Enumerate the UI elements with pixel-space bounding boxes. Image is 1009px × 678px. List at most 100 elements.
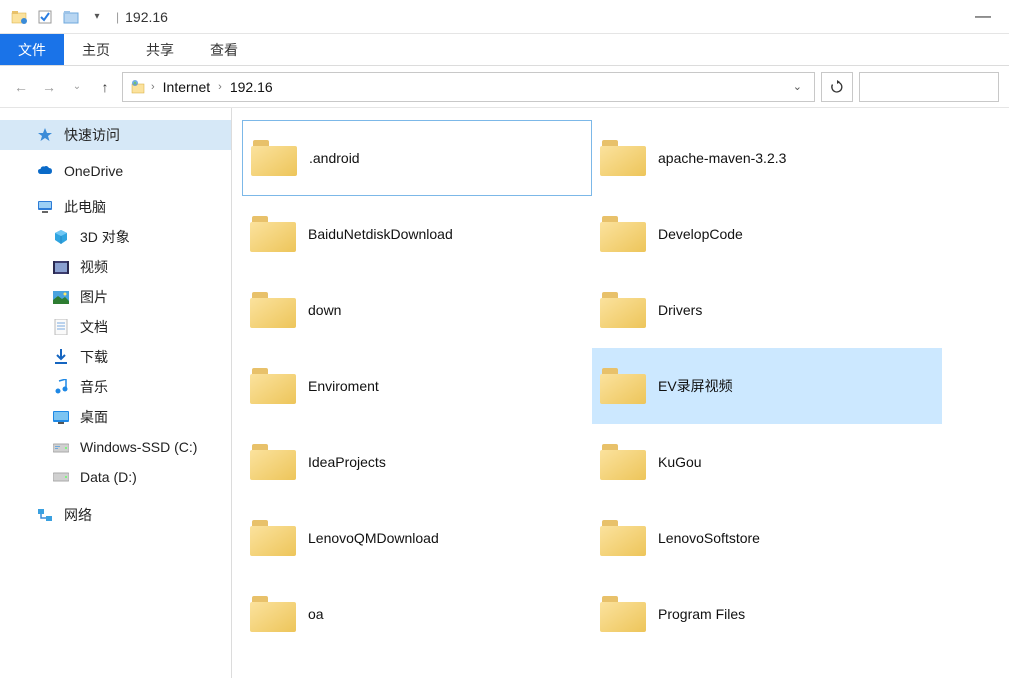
minimize-button[interactable]: — (963, 8, 1003, 26)
sidebar-this-pc[interactable]: 此电脑 (0, 192, 231, 222)
cloud-icon (36, 162, 54, 180)
folder-item[interactable]: IdeaProjects (242, 424, 592, 500)
folder-icon (600, 366, 646, 406)
folder-icon (600, 214, 646, 254)
breadcrumb-internet[interactable]: Internet (159, 79, 214, 95)
folder-item[interactable]: KuGou (592, 424, 942, 500)
folder-label: Drivers (658, 302, 702, 318)
folder-icon (600, 138, 646, 178)
tab-view[interactable]: 查看 (192, 34, 256, 65)
folder-qat-icon[interactable] (62, 8, 80, 26)
folder-item[interactable]: apache-maven-3.2.3 (592, 120, 942, 196)
sidebar-quick-access[interactable]: 快速访问 (0, 120, 231, 150)
sidebar-documents[interactable]: 文档 (0, 312, 231, 342)
pc-icon (36, 198, 54, 216)
folder-item[interactable]: DevelopCode (592, 196, 942, 272)
music-icon (52, 378, 70, 396)
sidebar-label: 网络 (64, 505, 92, 525)
sidebar-pictures[interactable]: 图片 (0, 282, 231, 312)
folder-label: EV录屏视频 (658, 376, 733, 396)
folder-icon (250, 442, 296, 482)
refresh-button[interactable] (821, 72, 853, 102)
documents-icon (52, 318, 70, 336)
folder-icon (600, 290, 646, 330)
folder-label: BaiduNetdiskDownload (308, 226, 453, 242)
folder-item[interactable]: Program Files (592, 576, 942, 652)
folder-label: .android (309, 150, 360, 166)
video-icon (52, 258, 70, 276)
sidebar-label: Windows-SSD (C:) (80, 439, 197, 455)
explorer-icon (10, 8, 28, 26)
folder-item[interactable]: oa (242, 576, 592, 652)
breadcrumb-host[interactable]: 192.16 (226, 79, 277, 95)
drive-icon (52, 468, 70, 486)
content-pane: .android apache-maven-3.2.3 BaiduNetdiskDo… (232, 108, 1009, 678)
drive-icon (52, 438, 70, 456)
folder-label: DevelopCode (658, 226, 743, 242)
tab-file[interactable]: 文件 (0, 34, 64, 65)
folder-icon (600, 518, 646, 558)
sidebar-label: 快速访问 (64, 125, 120, 145)
star-icon (36, 126, 54, 144)
folder-grid: .android apache-maven-3.2.3 BaiduNetdiskDo… (242, 120, 999, 652)
pictures-icon (52, 288, 70, 306)
folder-item[interactable]: EV录屏视频 (592, 348, 942, 424)
refresh-icon (830, 80, 844, 94)
folder-icon (250, 594, 296, 634)
sidebar-label: 音乐 (80, 377, 108, 397)
sidebar-label: Data (D:) (80, 469, 137, 485)
folder-icon (250, 518, 296, 558)
sidebar-3d-objects[interactable]: 3D 对象 (0, 222, 231, 252)
address-history-dropdown[interactable]: ⌄ (787, 80, 808, 93)
folder-label: down (308, 302, 341, 318)
sidebar-music[interactable]: 音乐 (0, 372, 231, 402)
checkbox-icon[interactable] (36, 8, 54, 26)
sidebar-drive-d[interactable]: Data (D:) (0, 462, 231, 492)
desktop-icon (52, 408, 70, 426)
qat-dropdown-icon[interactable]: ▾ (88, 8, 106, 26)
search-input[interactable] (859, 72, 999, 102)
folder-label: KuGou (658, 454, 702, 470)
recent-dropdown[interactable]: ⌄ (66, 76, 88, 98)
folder-item[interactable]: .android (242, 120, 592, 196)
sidebar-onedrive[interactable]: OneDrive (0, 156, 231, 186)
folder-icon (600, 442, 646, 482)
folder-icon (250, 290, 296, 330)
sidebar-downloads[interactable]: 下载 (0, 342, 231, 372)
sidebar-desktop[interactable]: 桌面 (0, 402, 231, 432)
title-bar: ▾ | 192.16 — (0, 0, 1009, 34)
folder-icon (600, 594, 646, 634)
sidebar-network[interactable]: 网络 (0, 500, 231, 530)
ribbon-tabs: 文件 主页 共享 查看 (0, 34, 1009, 66)
breadcrumb-separator-icon: › (151, 81, 155, 93)
title-separator: | (116, 10, 119, 24)
tab-share[interactable]: 共享 (128, 34, 192, 65)
sidebar-label: 此电脑 (64, 197, 106, 217)
network-location-icon (129, 78, 147, 96)
folder-label: LenovoQMDownload (308, 530, 439, 546)
folder-item[interactable]: LenovoSoftstore (592, 500, 942, 576)
folder-item[interactable]: BaiduNetdiskDownload (242, 196, 592, 272)
navigation-bar: ← → ⌄ ↑ › Internet › 192.16 ⌄ (0, 66, 1009, 108)
address-bar[interactable]: › Internet › 192.16 ⌄ (122, 72, 815, 102)
folder-item[interactable]: down (242, 272, 592, 348)
folder-label: IdeaProjects (308, 454, 386, 470)
folder-item[interactable]: Drivers (592, 272, 942, 348)
sidebar-drive-c[interactable]: Windows-SSD (C:) (0, 432, 231, 462)
sidebar-label: 下载 (80, 347, 108, 367)
breadcrumb-separator-icon: › (218, 81, 222, 93)
folder-icon (251, 138, 297, 178)
sidebar-label: OneDrive (64, 163, 123, 179)
network-icon (36, 506, 54, 524)
up-button[interactable]: ↑ (94, 76, 116, 98)
cube-icon (52, 228, 70, 246)
folder-label: Program Files (658, 606, 745, 622)
folder-item[interactable]: LenovoQMDownload (242, 500, 592, 576)
folder-item[interactable]: Enviroment (242, 348, 592, 424)
sidebar-videos[interactable]: 视频 (0, 252, 231, 282)
forward-button[interactable]: → (38, 76, 60, 98)
navigation-pane: 快速访问 OneDrive 此电脑 3D 对象 视频 图片 文档 下载 (0, 108, 232, 678)
tab-home[interactable]: 主页 (64, 34, 128, 65)
back-button[interactable]: ← (10, 76, 32, 98)
folder-label: oa (308, 606, 324, 622)
